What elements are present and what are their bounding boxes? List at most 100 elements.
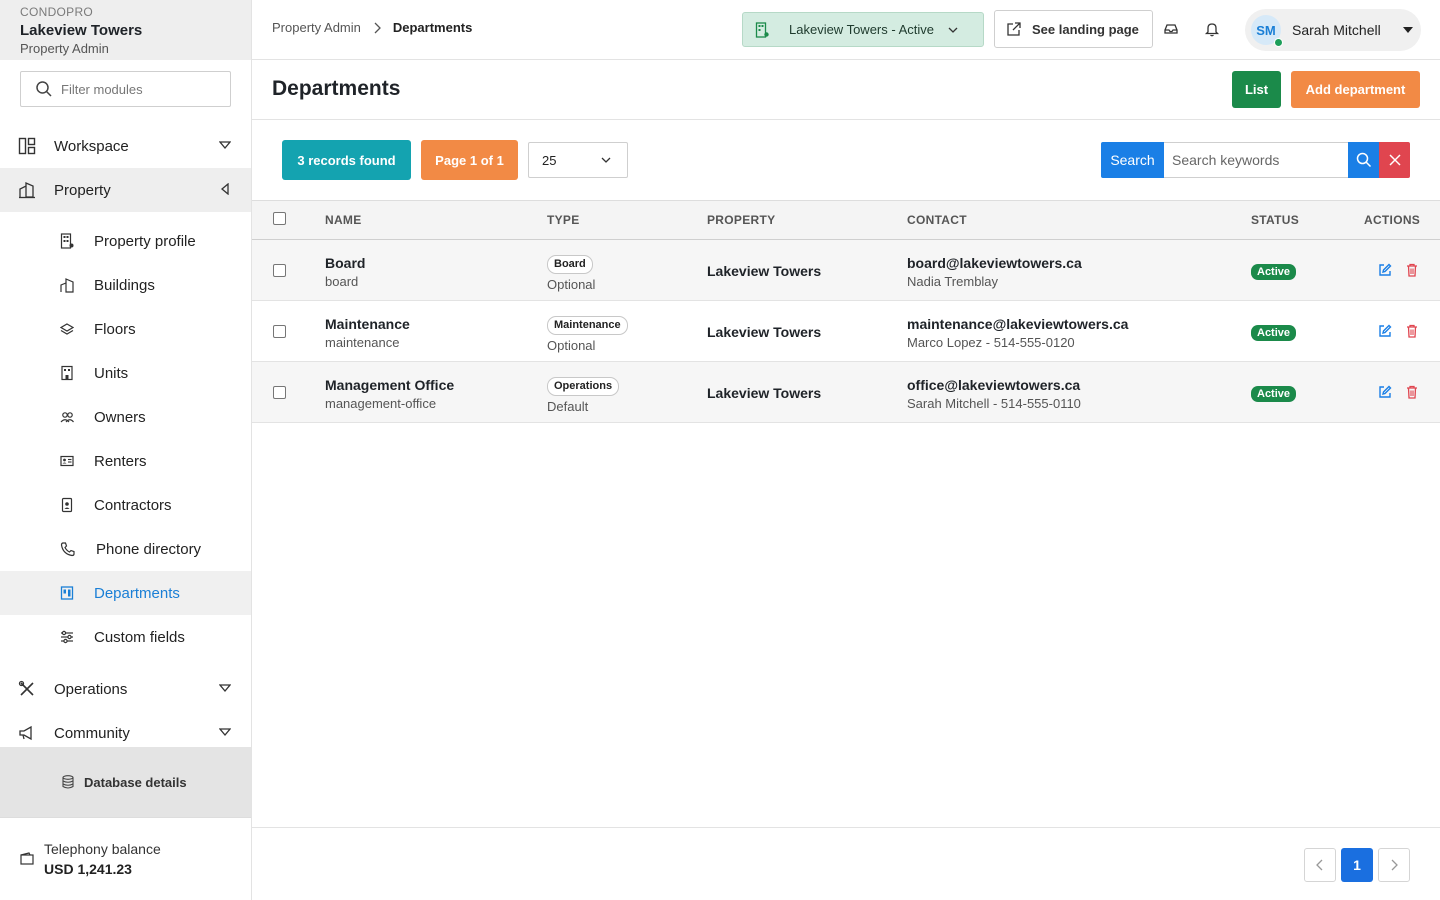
sliders-icon (60, 629, 74, 645)
type-badge: Operations (547, 377, 620, 396)
sidebar-item-label: Owners (94, 408, 146, 426)
nav-operations[interactable]: Operations (0, 667, 251, 711)
column-header-status[interactable]: STATUS (1251, 213, 1299, 227)
nav-property-label: Property (54, 181, 111, 199)
org-header: CONDOPRO Lakeview Towers Property Admin (0, 0, 251, 60)
sidebar-item-custom-fields[interactable]: Custom fields (0, 615, 251, 659)
building-profile-icon (60, 233, 74, 249)
type-badge: Maintenance (547, 316, 628, 335)
external-link-icon (1006, 21, 1022, 37)
pagination-prev-button[interactable] (1304, 848, 1336, 882)
type-mode: Optional (547, 277, 596, 292)
status-badge: Active (1251, 325, 1297, 341)
cell-type: Board Optional (547, 254, 595, 294)
nav-community-label: Community (54, 724, 130, 742)
see-landing-page-button[interactable]: See landing page (994, 10, 1153, 48)
departments-table: NAME TYPE PROPERTY CONTACT STATUS ACTION… (252, 200, 1440, 423)
column-header-name[interactable]: NAME (325, 213, 362, 227)
database-details-button[interactable]: Database details (0, 747, 251, 817)
per-page-select[interactable]: 25 (528, 142, 628, 178)
tools-icon (18, 680, 36, 698)
nav-property[interactable]: Property (0, 168, 251, 212)
database-details-label: Database details (84, 774, 187, 790)
trash-icon[interactable] (1406, 324, 1418, 338)
sidebar-item-departments[interactable]: Departments (0, 571, 251, 615)
column-header-contact[interactable]: CONTACT (907, 213, 967, 227)
sidebar-item-label: Phone directory (96, 540, 202, 558)
trash-icon[interactable] (1406, 263, 1418, 277)
sidebar-item-label: Units (94, 364, 129, 382)
pagination-next-button[interactable] (1378, 848, 1410, 882)
cell-contact: maintenance@lakeviewtowers.ca Marco Lope… (907, 315, 1128, 352)
bell-icon[interactable] (1204, 21, 1220, 37)
online-status-dot (1274, 38, 1283, 47)
chevron-down-icon (948, 26, 958, 34)
type-mode: Default (547, 399, 589, 414)
column-header-property[interactable]: PROPERTY (707, 213, 775, 227)
contact-person: Nadia Tremblay (907, 274, 999, 289)
cell-property: Lakeview Towers (707, 263, 822, 279)
sidebar-item-label: Property profile (94, 232, 196, 250)
cell-type: Maintenance Optional (547, 315, 628, 355)
user-menu[interactable]: SM Sarah Mitchell (1245, 9, 1421, 51)
sidebar-item-units[interactable]: Units (0, 351, 251, 395)
department-name[interactable]: Maintenance (325, 315, 410, 333)
select-all-checkbox[interactable] (273, 212, 286, 225)
nav-workspace-label: Workspace (54, 137, 129, 155)
type-mode: Optional (547, 338, 596, 353)
top-header: Property Admin Departments Lakeview Towe… (252, 0, 1440, 60)
sidebar-item-renters[interactable]: Renters (0, 439, 251, 483)
list-button[interactable]: List (1232, 71, 1281, 108)
pagination-page-current[interactable]: 1 (1341, 848, 1373, 882)
cell-type: Operations Default (547, 376, 620, 416)
status-badge: Active (1251, 264, 1297, 280)
trash-icon[interactable] (1406, 385, 1418, 399)
filter-modules-input[interactable] (61, 81, 221, 97)
chevron-right-icon (373, 22, 381, 34)
contact-person: Sarah Mitchell - 514-555-0110 (907, 396, 1081, 411)
property-selector-label: Lakeview Towers - Active (789, 22, 934, 37)
search-label: Search (1101, 142, 1164, 178)
contact-person: Marco Lopez - 514-555-0120 (907, 335, 1075, 350)
sidebar-item-contractors[interactable]: Contractors (0, 483, 251, 527)
cell-contact: office@lakeviewtowers.ca Sarah Mitchell … (907, 376, 1081, 413)
search-input[interactable] (1164, 142, 1348, 178)
table-row[interactable]: Board board Board Optional Lakeview Towe… (252, 240, 1440, 301)
table-row[interactable]: Management Office management-office Oper… (252, 362, 1440, 423)
page-head: Departments List Add department (252, 60, 1440, 120)
close-icon (1388, 154, 1401, 166)
brand-label: CONDOPRO (20, 5, 94, 19)
column-header-actions: ACTIONS (1364, 213, 1421, 227)
breadcrumb-parent[interactable]: Property Admin (272, 20, 361, 35)
chevron-down-icon (219, 139, 231, 151)
sidebar-item-buildings[interactable]: Buildings (0, 263, 251, 307)
building-icon (18, 181, 36, 199)
nav-workspace[interactable]: Workspace (0, 124, 251, 168)
row-checkbox[interactable] (273, 264, 286, 277)
departments-icon (60, 585, 74, 601)
edit-icon[interactable] (1378, 324, 1392, 338)
column-header-type[interactable]: TYPE (547, 213, 580, 227)
department-name[interactable]: Management Office (325, 376, 454, 394)
records-found-badge: 3 records found (282, 140, 411, 180)
sidebar-item-floors[interactable]: Floors (0, 307, 251, 351)
sidebar-item-owners[interactable]: Owners (0, 395, 251, 439)
sidebar-item-property-profile[interactable]: Property profile (0, 219, 251, 263)
row-checkbox[interactable] (273, 325, 286, 338)
badge-icon (60, 497, 74, 513)
add-department-button[interactable]: Add department (1291, 71, 1420, 108)
edit-icon[interactable] (1378, 385, 1392, 399)
row-checkbox[interactable] (273, 386, 286, 399)
property-selector[interactable]: Lakeview Towers - Active (742, 12, 984, 47)
inbox-icon[interactable] (1163, 21, 1179, 37)
layout-icon (18, 137, 36, 155)
clear-search-button[interactable] (1379, 142, 1410, 178)
sidebar-item-phone-directory[interactable]: Phone directory (0, 527, 251, 571)
cell-name: Board board (325, 254, 365, 291)
search-button[interactable] (1348, 142, 1379, 178)
filter-modules-field[interactable] (20, 71, 231, 107)
table-row[interactable]: Maintenance maintenance Maintenance Opti… (252, 301, 1440, 362)
per-page-value: 25 (542, 152, 557, 168)
edit-icon[interactable] (1378, 263, 1392, 277)
department-name[interactable]: Board (325, 254, 365, 272)
